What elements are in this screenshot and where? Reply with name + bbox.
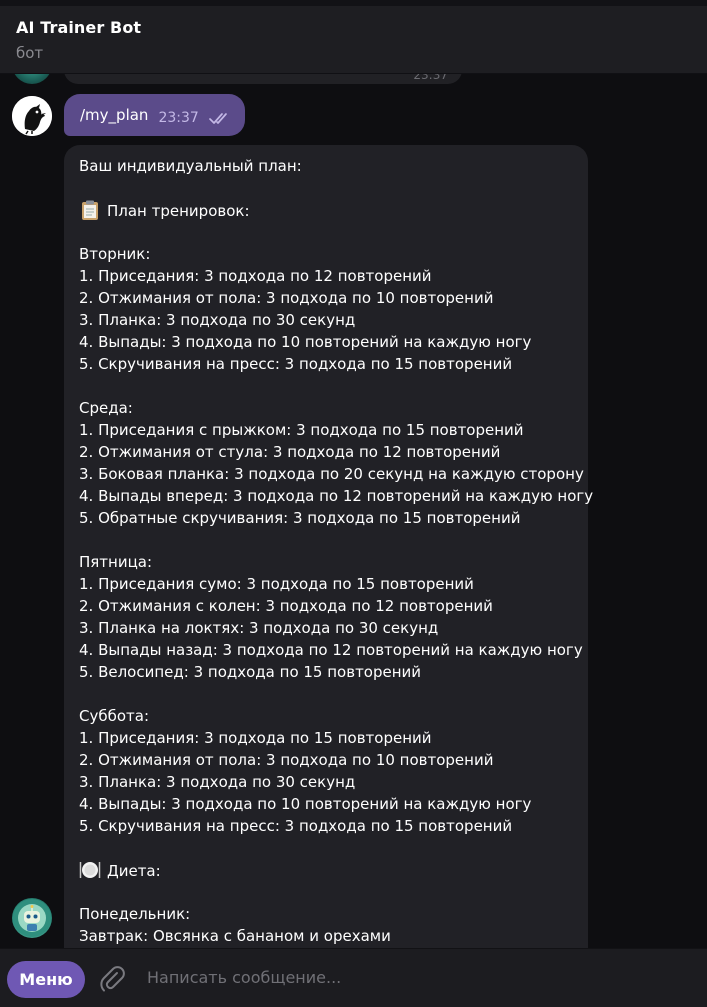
message-line-text: Среда: <box>79 399 133 417</box>
message-line-text: Понедельник: <box>79 905 191 923</box>
previous-message-bubble[interactable]: 23:37 <box>64 74 462 84</box>
message-line: 2. Отжимания от стула: 3 подхода по 12 п… <box>79 441 574 463</box>
message-line: 3. Планка на локтях: 3 подхода по 30 сек… <box>79 617 574 639</box>
robot-avatar-icon <box>13 899 51 937</box>
message-line-text: 1. Приседания: 3 подхода по 12 повторени… <box>79 267 432 285</box>
message-composer: Меню Написать сообщение... <box>0 948 707 1007</box>
message-line: 1. Приседания с прыжком: 3 подхода по 15… <box>79 419 574 441</box>
message-line-text: 4. Выпады: 3 подхода по 10 повторений на… <box>79 795 532 813</box>
message-line: 3. Планка: 3 подхода по 30 секунд <box>79 309 574 331</box>
bot-message-text: Ваш индивидуальный план: План тренировок:… <box>79 155 593 948</box>
message-line: 5. Велосипед: 3 подхода по 15 повторений <box>79 661 574 683</box>
message-line: 2. Отжимания от пола: 3 подхода по 10 по… <box>79 287 574 309</box>
message-line-text: 4. Выпады вперед: 3 подхода по 12 повтор… <box>79 487 594 505</box>
chat-title: AI Trainer Bot <box>16 18 142 37</box>
message-line: План тренировок: <box>79 199 574 221</box>
message-line: 3. Боковая планка: 3 подхода по 20 секун… <box>79 463 584 485</box>
message-line-text: Ваш индивидуальный план: <box>79 157 302 175</box>
message-line-text: 1. Приседания с прыжком: 3 подхода по 15… <box>79 421 524 439</box>
message-line: Среда: <box>79 397 574 419</box>
previous-message-time: 23:37 <box>413 74 448 82</box>
message-line: Ваш индивидуальный план: <box>79 155 574 177</box>
message-line-text: 2. Отжимания от стула: 3 подхода по 12 п… <box>79 443 501 461</box>
message-line-text: 5. Скручивания на пресс: 3 подхода по 15… <box>79 355 513 373</box>
message-list[interactable]: 23:37 /my_plan 23:37 Ваш индивидуальный … <box>0 74 707 948</box>
message-line-text: 5. Скручивания на пресс: 3 подхода по 15… <box>79 817 513 835</box>
message-line: 2. Отжимания от пола: 3 подхода по 10 по… <box>79 749 574 771</box>
message-line-text: План тренировок: <box>107 202 250 220</box>
message-line: 4. Выпады: 3 подхода по 10 повторений на… <box>79 331 574 353</box>
message-line-text: 1. Приседания: 3 подхода по 15 повторени… <box>79 729 432 747</box>
plate-icon <box>79 859 101 881</box>
user-message-text: /my_plan <box>80 106 149 124</box>
message-line-text: 2. Отжимания с колен: 3 подхода по 12 по… <box>79 597 493 615</box>
paperclip-icon[interactable] <box>98 965 126 993</box>
chat-subtitle: бот <box>16 44 44 62</box>
message-input[interactable]: Написать сообщение... <box>147 968 341 987</box>
message-line-text: Суббота: <box>79 707 150 725</box>
message-line: 1. Приседания: 3 подхода по 15 повторени… <box>79 727 574 749</box>
message-line-text: 5. Велосипед: 3 подхода по 15 повторений <box>79 663 422 681</box>
message-line-text: 3. Планка: 3 подхода по 30 секунд <box>79 311 356 329</box>
message-line: 5. Скручивания на пресс: 3 подхода по 15… <box>79 815 574 837</box>
message-line-text: 2. Отжимания от пола: 3 подхода по 10 по… <box>79 289 494 307</box>
message-line-text: Завтрак: Овсянка с бананом и орехами <box>79 927 391 945</box>
bot-message-bubble[interactable]: Ваш индивидуальный план: План тренировок:… <box>64 145 593 948</box>
message-line: Суббота: <box>79 705 574 727</box>
message-line: 5. Обратные скручивания: 3 подхода по 15… <box>79 507 574 529</box>
message-line-text: 3. Планка: 3 подхода по 30 секунд <box>79 773 356 791</box>
bot-avatar-previous[interactable] <box>12 74 52 84</box>
bot-avatar[interactable] <box>12 898 52 938</box>
message-line: Диета: <box>79 859 574 881</box>
message-line: 4. Выпады вперед: 3 подхода по 12 повтор… <box>79 485 593 507</box>
message-line: Вторник: <box>79 243 574 265</box>
message-line-text: 3. Боковая планка: 3 подхода по 20 секун… <box>79 465 584 483</box>
message-line: 4. Выпады назад: 3 подхода по 12 повторе… <box>79 639 583 661</box>
user-message-bubble[interactable]: /my_plan 23:37 <box>64 94 245 136</box>
user-message-time: 23:37 <box>158 110 199 126</box>
message-line: 4. Выпады: 3 подхода по 10 повторений на… <box>79 793 574 815</box>
message-line-text: Пятница: <box>79 553 153 571</box>
message-line-text: 4. Выпады назад: 3 подхода по 12 повторе… <box>79 641 583 659</box>
message-line: Понедельник: <box>79 903 574 925</box>
message-line: Пятница: <box>79 551 574 573</box>
message-line-text: 3. Планка на локтях: 3 подхода по 30 сек… <box>79 619 439 637</box>
message-line-text: Диета: <box>107 862 161 880</box>
clipboard-icon <box>79 199 101 221</box>
message-line: 5. Скручивания на пресс: 3 подхода по 15… <box>79 353 574 375</box>
chat-header[interactable]: AI Trainer Bot бот <box>0 6 707 74</box>
message-line-text: 2. Отжимания от пола: 3 подхода по 10 по… <box>79 751 494 769</box>
message-line: 2. Отжимания с колен: 3 подхода по 12 по… <box>79 595 574 617</box>
crow-avatar-icon <box>12 96 52 136</box>
menu-button[interactable]: Меню <box>7 961 85 998</box>
message-line: Завтрак: Овсянка с бананом и орехами <box>79 925 574 947</box>
double-check-icon <box>208 113 227 124</box>
chat-window: AI Trainer Bot бот 23:37 /my_plan 23:37 <box>0 0 707 1007</box>
message-line-text: 5. Обратные скручивания: 3 подхода по 15… <box>79 509 521 527</box>
user-avatar[interactable] <box>12 96 52 136</box>
message-line-text: 4. Выпады: 3 подхода по 10 повторений на… <box>79 333 532 351</box>
message-line-text: 1. Приседания сумо: 3 подхода по 15 повт… <box>79 575 474 593</box>
message-line: 3. Планка: 3 подхода по 30 секунд <box>79 771 574 793</box>
message-line: 1. Приседания сумо: 3 подхода по 15 повт… <box>79 573 574 595</box>
message-line-text: Вторник: <box>79 245 151 263</box>
message-line: 1. Приседания: 3 подхода по 12 повторени… <box>79 265 574 287</box>
